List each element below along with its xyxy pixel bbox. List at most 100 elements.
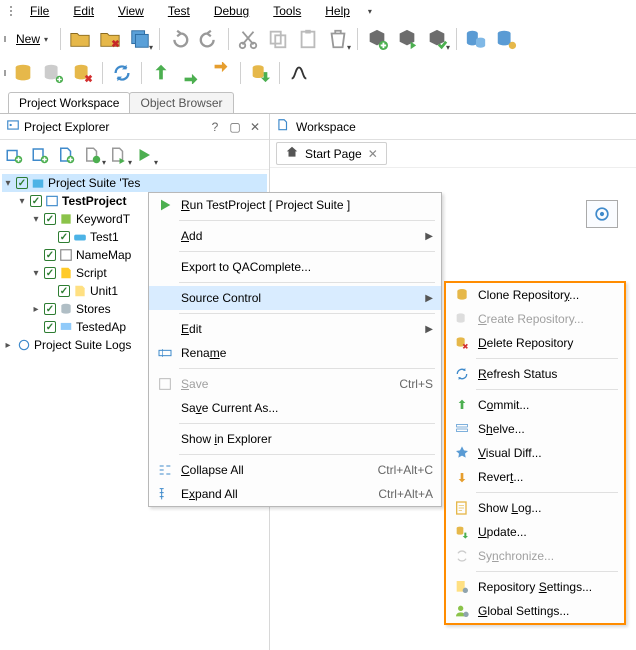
menu-debug[interactable]: Debug bbox=[202, 2, 261, 20]
cube-add-icon[interactable] bbox=[364, 26, 390, 52]
add-project-icon[interactable] bbox=[28, 143, 52, 167]
mi-refresh-status[interactable]: Refresh Status bbox=[446, 362, 624, 386]
mi-show-log[interactable]: Show Log... bbox=[446, 496, 624, 520]
revert-icon bbox=[450, 469, 474, 485]
main-toolbar-1: New▾ ▾ ▾ ▾ bbox=[0, 22, 636, 56]
mi-expand-all[interactable]: Expand AllCtrl+Alt+A bbox=[149, 482, 441, 506]
add-item-icon[interactable] bbox=[54, 143, 78, 167]
run-current-icon[interactable]: ▾ bbox=[106, 143, 130, 167]
save-icon bbox=[153, 376, 177, 392]
menubar-grip bbox=[4, 3, 16, 19]
collapse-icon bbox=[153, 462, 177, 478]
mi-source-control[interactable]: Source Control▶ bbox=[149, 286, 441, 310]
mi-show-explorer[interactable]: Show in Explorer bbox=[149, 427, 441, 451]
add-existing-icon[interactable]: ▾ bbox=[80, 143, 104, 167]
commit-icon[interactable] bbox=[148, 60, 174, 86]
mi-export-qac[interactable]: Export to QAComplete... bbox=[149, 255, 441, 279]
main-tabstrip: Project Workspace Object Browser bbox=[0, 90, 636, 114]
menu-tools[interactable]: Tools bbox=[261, 2, 313, 20]
menu-file[interactable]: File bbox=[18, 2, 61, 20]
project-explorer-icon bbox=[6, 118, 20, 135]
toolbar-grip-2 bbox=[4, 70, 6, 76]
start-page-label: Start Page bbox=[305, 147, 362, 161]
home-icon bbox=[285, 145, 299, 162]
shelve-icon bbox=[450, 421, 474, 437]
checkout-down-icon[interactable] bbox=[178, 60, 204, 86]
create-icon bbox=[450, 311, 474, 327]
sync-icon bbox=[450, 548, 474, 564]
redo-icon[interactable] bbox=[196, 26, 222, 52]
undo-icon[interactable] bbox=[166, 26, 192, 52]
mi-repo-settings[interactable]: Repository Settings... bbox=[446, 575, 624, 599]
menu-test[interactable]: Test bbox=[156, 2, 202, 20]
update-icon[interactable] bbox=[247, 60, 273, 86]
mi-collapse-all[interactable]: Collapse AllCtrl+Alt+C bbox=[149, 458, 441, 482]
cube-left-icon[interactable] bbox=[394, 26, 420, 52]
diff-icon bbox=[450, 445, 474, 461]
db-gear-icon[interactable] bbox=[493, 26, 519, 52]
mi-clone-repo[interactable]: Clone Repository... bbox=[446, 283, 624, 307]
refresh-icon[interactable] bbox=[109, 60, 135, 86]
paste-icon[interactable] bbox=[295, 26, 321, 52]
create-repo-icon[interactable] bbox=[40, 60, 66, 86]
mi-shelve[interactable]: Shelve... bbox=[446, 417, 624, 441]
mi-rename[interactable]: Rename bbox=[149, 341, 441, 365]
mi-global-settings[interactable]: Global Settings... bbox=[446, 599, 624, 623]
mi-edit[interactable]: Edit▶ bbox=[149, 317, 441, 341]
toolbar-grip bbox=[4, 36, 6, 42]
document-tabs: Start Page ✕ bbox=[270, 140, 636, 168]
delete-repo-icon[interactable] bbox=[70, 60, 96, 86]
project-context-menu: Run TestProject [ Project Suite ] Add▶ E… bbox=[148, 192, 442, 507]
mi-update[interactable]: Update... bbox=[446, 520, 624, 544]
main-menubar: File Edit View Test Debug Tools Help ▾ bbox=[0, 0, 636, 22]
mi-revert[interactable]: Revert... bbox=[446, 465, 624, 489]
mi-create-repo: Create Repository... bbox=[446, 307, 624, 331]
db-dual-icon[interactable] bbox=[463, 26, 489, 52]
cube-check-icon[interactable]: ▾ bbox=[424, 26, 450, 52]
clone-icon bbox=[450, 287, 474, 303]
mi-add[interactable]: Add▶ bbox=[149, 224, 441, 248]
cut-icon[interactable] bbox=[235, 26, 261, 52]
workspace-title: Workspace bbox=[296, 120, 356, 134]
mi-delete-repo[interactable]: Delete Repository bbox=[446, 331, 624, 355]
panel-options-icon[interactable]: ▢ bbox=[227, 120, 243, 134]
mi-synchronize: Synchronize... bbox=[446, 544, 624, 568]
tab-project-workspace[interactable]: Project Workspace bbox=[8, 92, 130, 113]
mi-save: SaveCtrl+S bbox=[149, 372, 441, 396]
panel-close-icon[interactable]: ✕ bbox=[247, 120, 263, 134]
tree-suite-node[interactable]: ▾✓Project Suite 'Tes bbox=[2, 174, 267, 192]
close-tab-icon[interactable]: ✕ bbox=[368, 147, 378, 161]
main-toolbar-2 bbox=[0, 56, 636, 90]
mi-commit[interactable]: Commit... bbox=[446, 393, 624, 417]
workspace-icon bbox=[276, 118, 290, 135]
refresh-status-icon bbox=[450, 366, 474, 382]
close-folder-icon[interactable] bbox=[97, 26, 123, 52]
project-explorer-title: Project Explorer bbox=[24, 120, 203, 134]
branch-icon[interactable] bbox=[286, 60, 312, 86]
menu-overflow[interactable]: ▾ bbox=[362, 5, 378, 18]
delete-repo-icon bbox=[450, 335, 474, 351]
clone-repo-icon[interactable] bbox=[10, 60, 36, 86]
tab-object-browser[interactable]: Object Browser bbox=[129, 92, 233, 113]
project-explorer-toolbar: ▾ ▾ ▾ bbox=[0, 140, 269, 170]
run-icon[interactable]: ▾ bbox=[132, 143, 156, 167]
open-folder-icon[interactable] bbox=[67, 26, 93, 52]
add-suite-icon[interactable] bbox=[2, 143, 26, 167]
checkout-up-icon[interactable] bbox=[208, 60, 234, 86]
copy-icon[interactable] bbox=[265, 26, 291, 52]
mi-visual-diff[interactable]: Visual Diff... bbox=[446, 441, 624, 465]
repo-settings-icon bbox=[450, 579, 474, 595]
new-button[interactable]: New▾ bbox=[10, 30, 54, 48]
panel-help-icon[interactable]: ? bbox=[207, 120, 223, 134]
save-all-icon[interactable]: ▾ bbox=[127, 26, 153, 52]
workspace-header: Workspace bbox=[270, 114, 636, 140]
start-page-tab[interactable]: Start Page ✕ bbox=[276, 142, 387, 165]
menu-view[interactable]: View bbox=[106, 2, 156, 20]
floating-settings-button[interactable] bbox=[586, 200, 618, 228]
menu-edit[interactable]: Edit bbox=[61, 2, 106, 20]
menu-help[interactable]: Help bbox=[313, 2, 362, 20]
expand-icon bbox=[153, 486, 177, 502]
mi-run[interactable]: Run TestProject [ Project Suite ] bbox=[149, 193, 441, 217]
delete-icon[interactable]: ▾ bbox=[325, 26, 351, 52]
mi-save-as[interactable]: Save Current As... bbox=[149, 396, 441, 420]
